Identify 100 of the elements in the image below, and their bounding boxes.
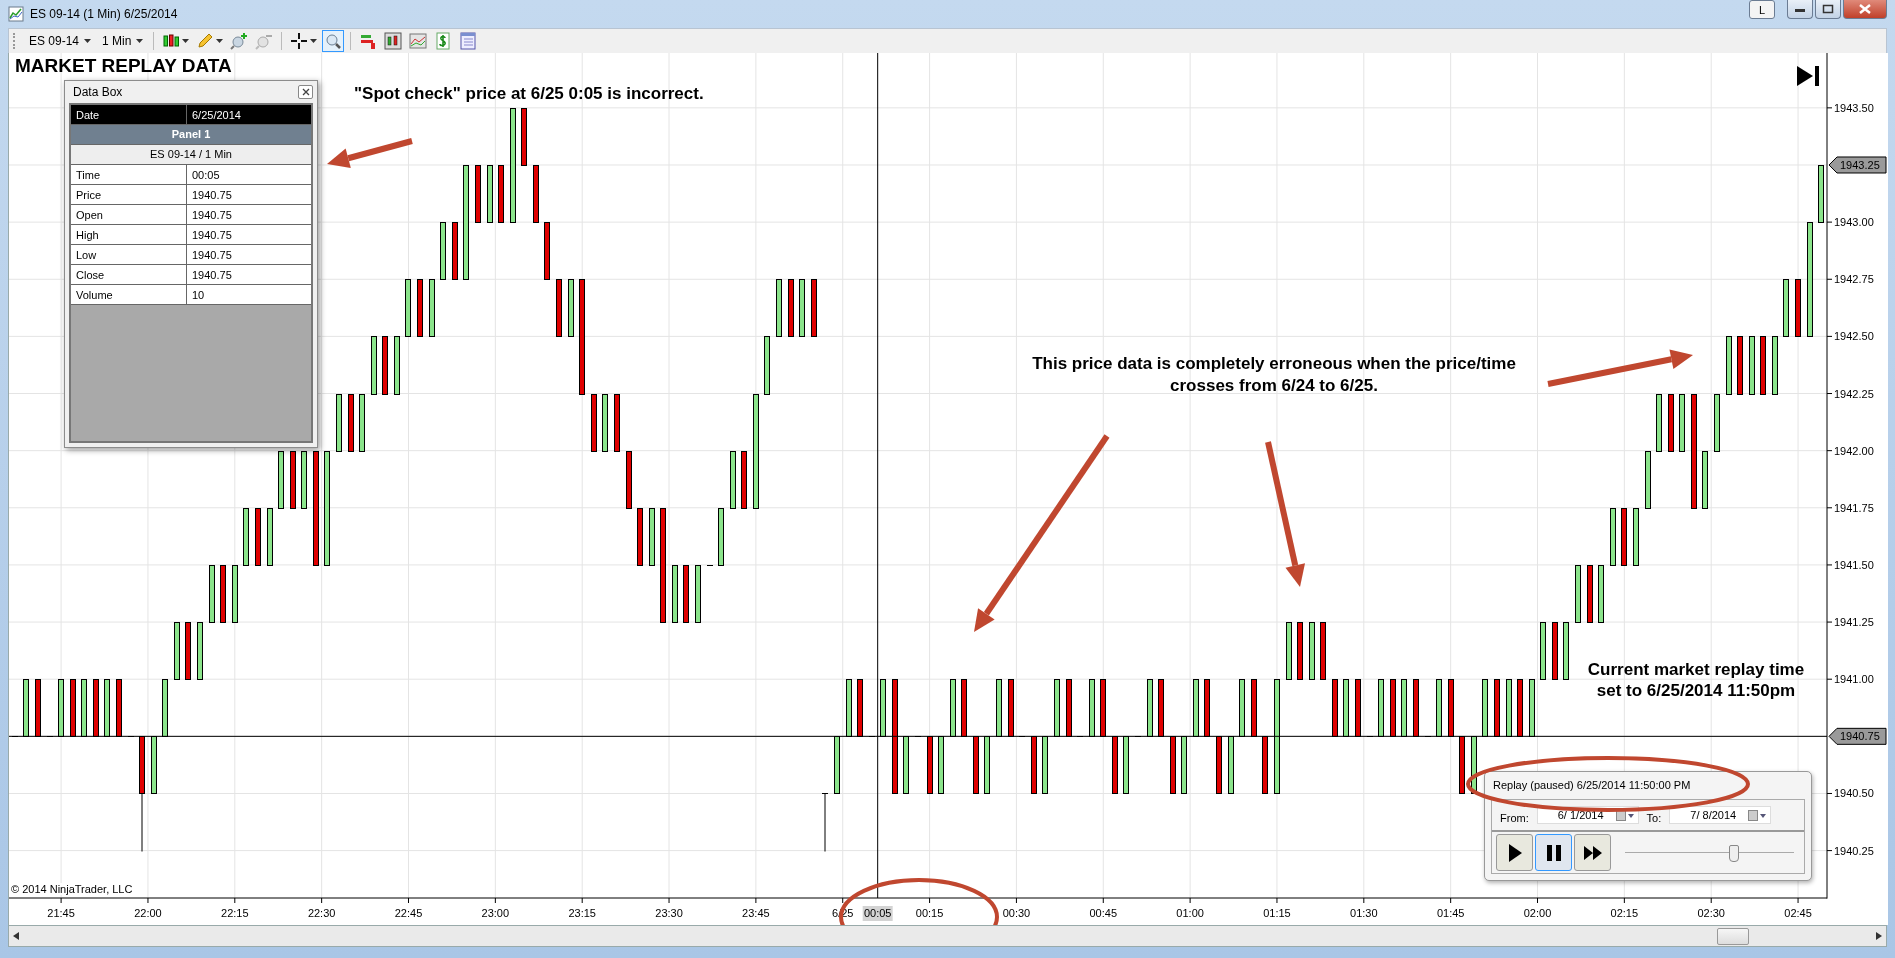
calendar-icon[interactable]: [1615, 809, 1634, 821]
candlestick: [1228, 736, 1234, 794]
play-button[interactable]: [1496, 834, 1533, 871]
candlestick: [1251, 679, 1257, 737]
candlestick: [70, 679, 76, 737]
candlestick: [1089, 679, 1095, 737]
to-date-field[interactable]: 7/ 8/2014: [1669, 806, 1772, 824]
bars-tool-button[interactable]: [382, 30, 405, 52]
toolbar-grip[interactable]: [13, 33, 18, 49]
price-label: 1941.00: [1834, 673, 1874, 686]
crosshair-tool-button[interactable]: [288, 30, 320, 52]
candlestick: [1645, 451, 1651, 509]
candlestick: [429, 279, 435, 337]
candlestick: [104, 679, 110, 737]
magnifier-tool-button[interactable]: [322, 30, 345, 52]
candlestick: [382, 336, 388, 395]
candlestick: [1668, 394, 1674, 452]
close-button[interactable]: [1843, 0, 1887, 19]
scroll-left-icon[interactable]: [13, 932, 19, 940]
pause-button[interactable]: [1535, 834, 1572, 871]
scroll-right-icon[interactable]: [1876, 932, 1882, 940]
dollar-icon: [434, 32, 453, 50]
chart-tool-button[interactable]: [407, 30, 430, 52]
layout-button[interactable]: L: [1749, 0, 1775, 19]
price-label: 1943.00: [1834, 216, 1874, 229]
table-cell-text: 00:05: [191, 167, 221, 183]
candlestick: [1204, 679, 1210, 737]
table-cell-text: 1940.75: [191, 207, 233, 223]
candlestick: [278, 451, 284, 509]
slider-thumb[interactable]: [1729, 844, 1740, 862]
candlestick: [1783, 279, 1789, 337]
replay-status: Replay (paused) 6/25/2014 11:50:00 PM: [1492, 778, 1692, 793]
candlestick: [1008, 679, 1014, 737]
table-cell: Date: [71, 105, 187, 124]
candlestick: [1042, 736, 1048, 794]
chart-icon: [409, 32, 428, 50]
skip-to-end-icon[interactable]: [1797, 66, 1819, 86]
close-button[interactable]: [298, 85, 313, 99]
series-header: ES 09-14 / 1 Min: [71, 145, 311, 165]
price-label: 1941.75: [1834, 501, 1874, 514]
scroll-thumb[interactable]: [1717, 928, 1749, 945]
table-cell-text: 10: [191, 287, 206, 303]
candlestick: [1401, 679, 1407, 737]
table-cell: Volume: [71, 285, 187, 304]
time-label: 01:30: [1350, 907, 1378, 919]
candlestick: [834, 736, 840, 794]
candlestick: [707, 565, 713, 566]
time-label: 00:30: [1002, 907, 1031, 919]
time-label: 01:00: [1176, 907, 1204, 919]
price-marker: 1940.75: [1828, 727, 1887, 745]
candlestick: [417, 279, 423, 337]
price-label: 1942.75: [1834, 273, 1874, 286]
time-label: 23:30: [655, 907, 683, 919]
price-label: 1942.25: [1834, 387, 1874, 400]
candlestick: [938, 736, 944, 794]
candlestick: [1413, 679, 1419, 737]
calendar-icon[interactable]: [1748, 809, 1767, 821]
price-label: 1940.50: [1834, 787, 1874, 800]
maximize-button[interactable]: [1815, 0, 1841, 19]
candlestick: [718, 508, 724, 566]
candlestick: [857, 679, 863, 737]
bars-icon: [384, 32, 403, 50]
candlestick: [81, 679, 87, 737]
candlestick: [475, 165, 481, 223]
panel-header: Panel 1: [71, 125, 311, 145]
price-label: 1940.25: [1834, 844, 1874, 857]
candlestick: [348, 394, 354, 452]
forward-button[interactable]: [1574, 834, 1611, 871]
table-cell: Time: [71, 165, 187, 184]
candlestick: [811, 279, 817, 337]
candlestick: [568, 279, 574, 337]
horizontal-scrollbar[interactable]: [8, 925, 1887, 947]
candlestick: [1529, 679, 1535, 737]
candlestick: [730, 451, 736, 509]
candlestick: [880, 679, 886, 737]
caret-icon: [216, 39, 224, 43]
time-label: 22:30: [307, 907, 336, 919]
candlestick: [903, 736, 909, 794]
minimize-button[interactable]: [1787, 0, 1813, 19]
candlestick: [116, 679, 122, 737]
candlestick: [683, 565, 689, 623]
close-icon: [1858, 4, 1872, 14]
candlestick: [1193, 679, 1199, 737]
candlestick: [1262, 736, 1268, 794]
candlestick: [1355, 679, 1361, 737]
candlestick: [776, 279, 782, 337]
price-label: 1942.00: [1834, 444, 1874, 457]
candlestick: [649, 508, 655, 566]
table-cell-text: 1940.75: [191, 267, 233, 283]
copyright-text: © 2014 NinjaTrader, LLC: [11, 883, 133, 895]
interval-dropdown[interactable]: 1 Min: [98, 34, 148, 48]
speed-slider[interactable]: [1625, 844, 1794, 861]
candlestick: [35, 679, 41, 737]
candlestick: [1471, 736, 1477, 794]
candlestick: [185, 622, 191, 680]
window-title: ES 09-14 (1 Min) 6/25/2014: [30, 7, 178, 21]
time-label: 02:00: [1523, 907, 1552, 919]
instrument-dropdown[interactable]: ES 09-14: [25, 34, 96, 48]
candlestick: [359, 394, 365, 452]
caret-icon: [136, 39, 144, 43]
